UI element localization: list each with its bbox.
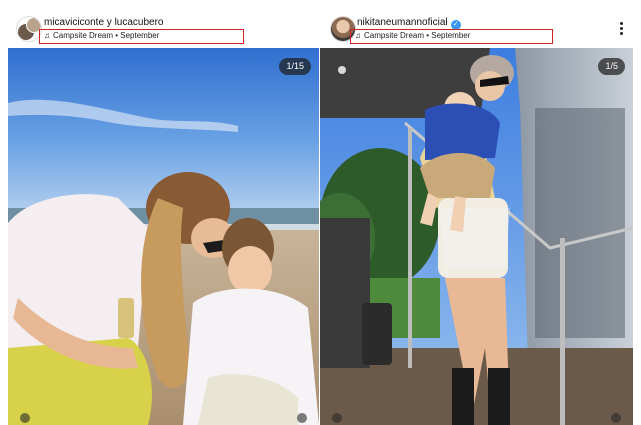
music-note-icon: ♫ — [355, 31, 361, 40]
music-label[interactable]: ♫ Campsite Dream • September — [39, 29, 244, 44]
carousel-counter: 1/5 — [598, 58, 625, 75]
photo-beach-mother-child — [8, 48, 319, 425]
corner-indicator-icon — [611, 413, 621, 423]
username-text: nikitaneumannoficial — [357, 17, 448, 28]
carousel-counter: 1/15 — [279, 58, 311, 75]
corner-indicator-icon — [20, 413, 30, 423]
corner-indicator-icon — [332, 413, 342, 423]
photo-woman-holding-baby — [320, 48, 633, 425]
corner-indicator-icon — [297, 413, 307, 423]
post-card-1: micaviciconte y lucacubero ♫ Campsite Dre… — [8, 0, 319, 425]
username[interactable]: micaviciconte y lucacubero — [44, 17, 164, 28]
screenshot-frame: micaviciconte y lucacubero ♫ Campsite Dre… — [0, 0, 641, 425]
more-options-icon[interactable] — [619, 22, 625, 36]
music-note-icon: ♫ — [44, 31, 50, 40]
post-header: nikitaneumannoficial ✓ ♫ Campsite Dream • … — [320, 12, 633, 48]
post-photo[interactable]: 1/15 — [8, 48, 319, 425]
music-text: Campsite Dream • September — [53, 31, 160, 40]
post-card-2: nikitaneumannoficial ✓ ♫ Campsite Dream • … — [320, 0, 633, 425]
music-text: Campsite Dream • September — [364, 31, 471, 40]
music-label[interactable]: ♫ Campsite Dream • September — [350, 29, 553, 44]
post-photo[interactable]: 1/5 — [320, 48, 633, 425]
post-header: micaviciconte y lucacubero ♫ Campsite Dre… — [8, 12, 319, 48]
